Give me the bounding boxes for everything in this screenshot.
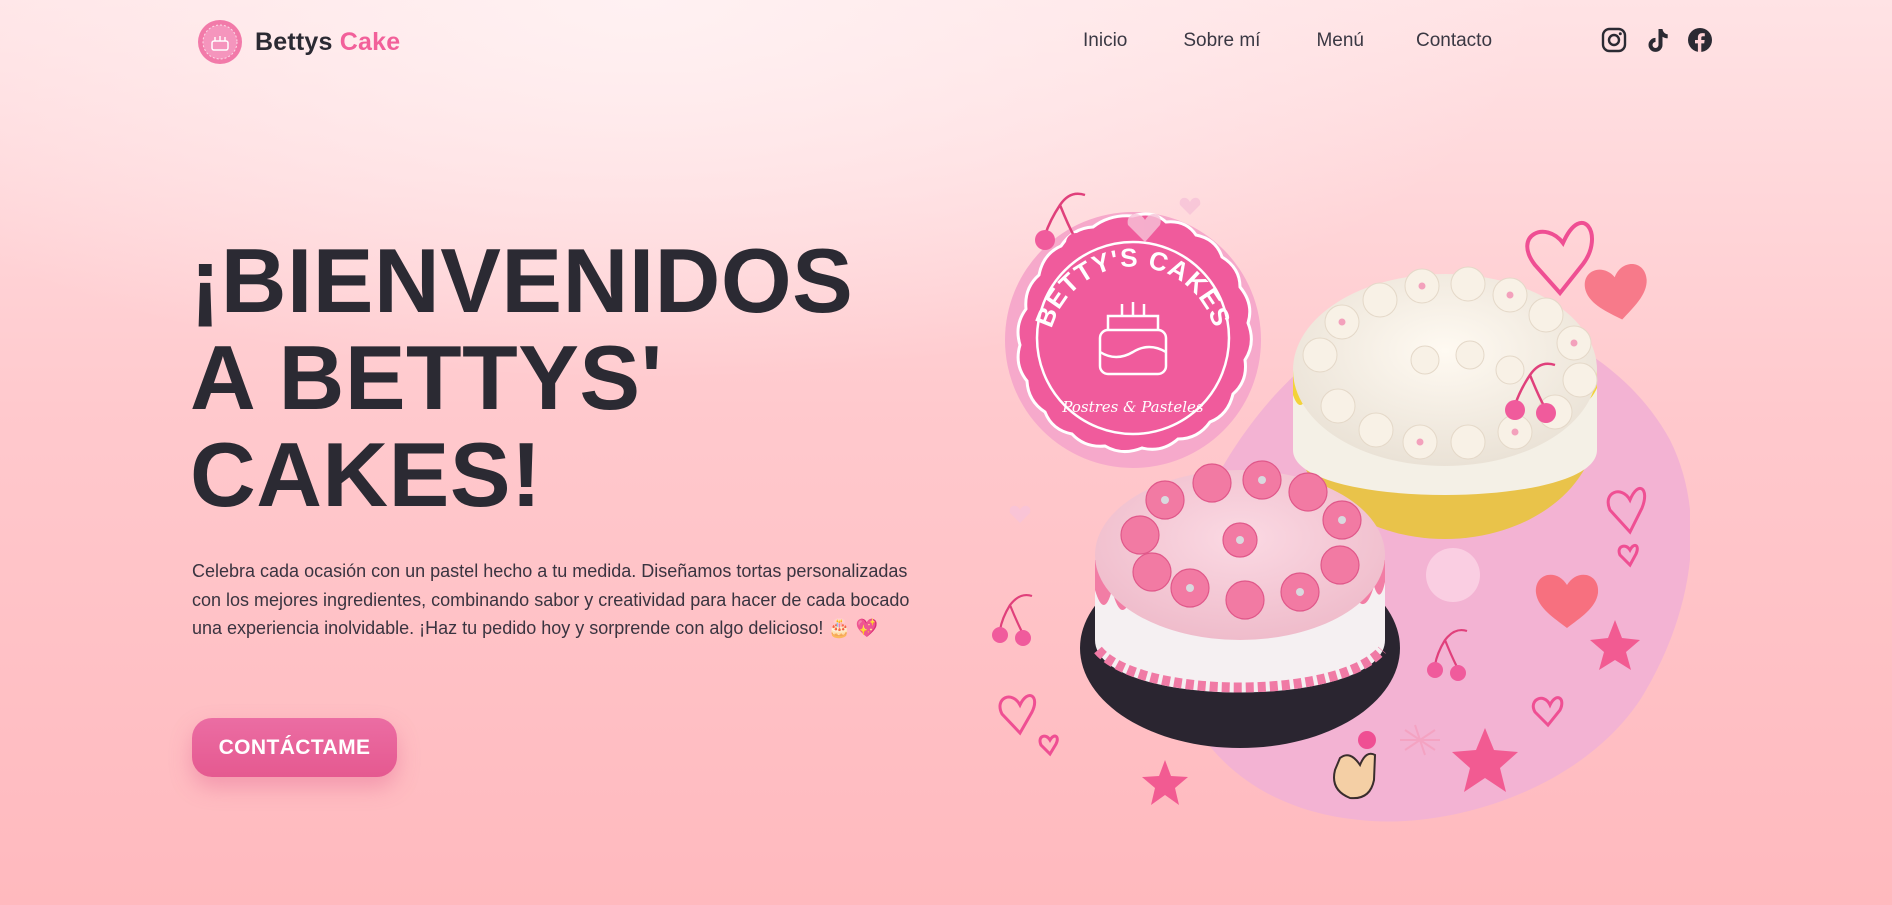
hero-title-line-1: ¡BIENVENIDOS	[190, 231, 854, 332]
site-header: Bettys Cake Inicio Sobre mí Menú Contact…	[0, 0, 1892, 84]
facebook-icon[interactable]	[1687, 27, 1713, 53]
hero-title-line-2: A BETTYS'	[190, 328, 663, 429]
cakes-illustration: BETTY'S CAKES Postres & Pasteles	[992, 192, 1690, 822]
brand-name-part1: Bettys	[255, 27, 333, 56]
instagram-icon[interactable]	[1601, 27, 1627, 53]
nav-link-inicio[interactable]: Inicio	[1083, 30, 1127, 52]
tiktok-icon[interactable]	[1644, 27, 1670, 53]
pink-cake	[1080, 460, 1400, 748]
badge-subtitle: Postres & Pasteles	[1061, 398, 1204, 416]
main-nav: Inicio Sobre mí Menú Contacto	[1083, 30, 1492, 52]
hero-title: ¡BIENVENIDOS A BETTYS' CAKES!	[190, 233, 910, 524]
nav-link-menu[interactable]: Menú	[1316, 30, 1364, 52]
hero-illustration: BETTY'S CAKES Postres & Pasteles	[990, 180, 1690, 840]
bettys-cakes-badge: BETTY'S CAKES Postres & Pasteles	[1005, 212, 1261, 468]
nav-link-contacto[interactable]: Contacto	[1416, 30, 1492, 52]
logo-badge-icon	[198, 20, 242, 64]
decor-bubble	[1426, 548, 1480, 602]
brand-name-part2: Cake	[339, 27, 401, 56]
contact-me-button[interactable]: CONTÁCTAME	[192, 718, 397, 777]
nav-link-sobre-mi[interactable]: Sobre mí	[1183, 30, 1260, 52]
decor-heart-icon	[1525, 220, 1594, 297]
hero-title-line-3: CAKES!	[190, 425, 542, 526]
brand-logo[interactable]: Bettys Cake	[197, 19, 400, 65]
social-links	[1601, 27, 1713, 53]
decor-heart-icon	[1584, 263, 1647, 320]
hero-description: Celebra cada ocasión con un pastel hecho…	[192, 561, 910, 638]
brand-name: Bettys Cake	[255, 28, 400, 57]
